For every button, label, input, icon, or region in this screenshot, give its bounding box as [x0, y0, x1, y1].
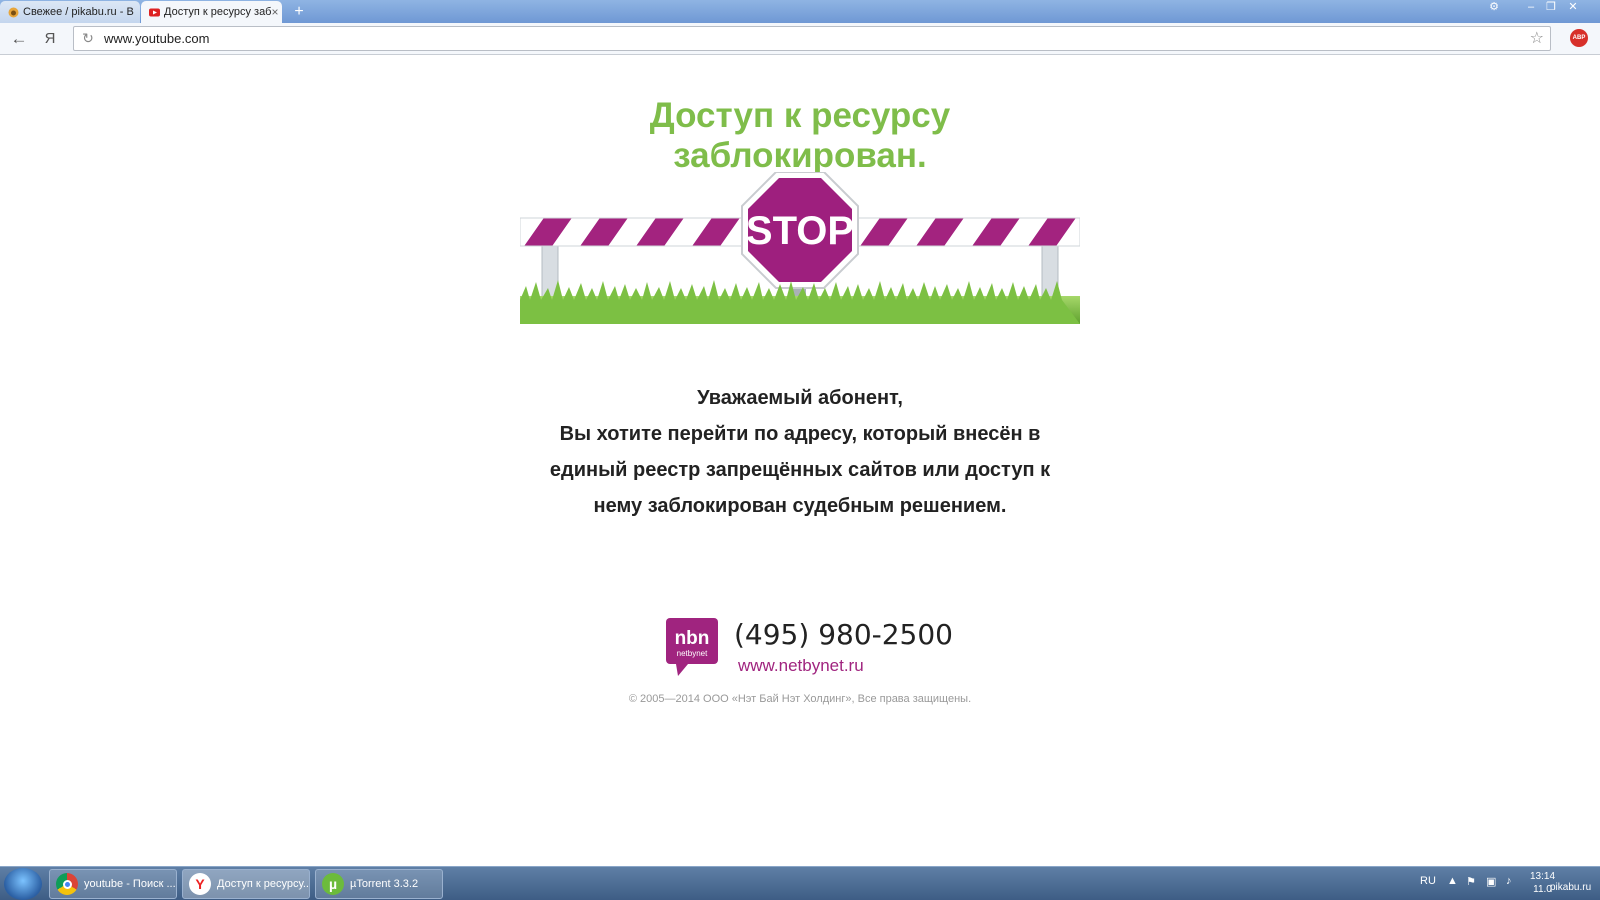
- chrome-icon: [56, 873, 78, 895]
- youtube-favicon-icon: [149, 8, 160, 16]
- provider-contact: nbn netbynet (495) 980-2500 www.netbynet…: [666, 618, 966, 688]
- pikabu-favicon-icon: [8, 7, 19, 17]
- language-indicator[interactable]: RU: [1420, 875, 1436, 887]
- netbynet-logo: nbn netbynet: [666, 618, 718, 676]
- taskbar-item-utorrent[interactable]: µ µTorrent 3.3.2: [315, 869, 443, 899]
- reload-icon[interactable]: ↻: [79, 29, 97, 47]
- tab-title: Доступ к ресурсу заб: [164, 6, 272, 18]
- browser-toolbar: ← Я ↻ www.youtube.com ☆ ABP: [0, 23, 1600, 55]
- page-title: Доступ к ресурсу заблокирован.: [649, 96, 951, 175]
- taskbar-item-label: Доступ к ресурсу...: [217, 878, 310, 890]
- stop-sign-text: STOP: [746, 209, 854, 253]
- volume-icon[interactable]: ♪: [1506, 875, 1512, 887]
- message-line: единый реестр запрещённых сайтов или дос…: [549, 459, 1051, 481]
- address-url[interactable]: www.youtube.com: [104, 31, 210, 46]
- address-bar[interactable]: ↻ www.youtube.com ☆: [73, 26, 1551, 51]
- minimize-icon[interactable]: –: [1520, 0, 1542, 16]
- yandex-icon: Y: [189, 873, 211, 895]
- yandex-button[interactable]: Я: [38, 27, 62, 51]
- copyright-text: © 2005—2014 ООО «Нэт Бай Нэт Холдинг», В…: [628, 693, 972, 705]
- close-window-icon[interactable]: ✕: [1562, 0, 1584, 16]
- taskbar-item-chrome[interactable]: youtube - Поиск ...: [49, 869, 177, 899]
- tab-close-icon[interactable]: ×: [271, 5, 278, 19]
- provider-website-link[interactable]: www.netbynet.ru: [738, 656, 864, 676]
- support-phone: (495) 980-2500: [734, 618, 953, 651]
- start-button[interactable]: [4, 868, 42, 900]
- tab-pikabu[interactable]: Свежее / pikabu.ru - В: [0, 1, 140, 23]
- utorrent-icon: µ: [322, 873, 344, 895]
- show-hidden-icons-icon[interactable]: ▲: [1447, 875, 1458, 887]
- stop-barrier-illustration: STOP: [520, 172, 1080, 324]
- screen: Свежее / pikabu.ru - В Доступ к ресурсу …: [0, 0, 1600, 900]
- restore-icon[interactable]: ❐: [1540, 0, 1562, 16]
- browser-tabstrip: Свежее / pikabu.ru - В Доступ к ресурсу …: [0, 0, 1600, 23]
- watermark: pikabu.ru: [1550, 882, 1592, 893]
- tab-blocked[interactable]: Доступ к ресурсу заб ×: [141, 1, 282, 23]
- back-arrow-icon[interactable]: ←: [7, 27, 31, 51]
- bookmark-star-icon[interactable]: ☆: [1530, 28, 1544, 48]
- settings-icon[interactable]: ⚙: [1483, 0, 1505, 16]
- flag-icon[interactable]: ⚑: [1466, 875, 1476, 888]
- windows-taskbar: youtube - Поиск ... Y Доступ к ресурсу..…: [0, 866, 1600, 900]
- adblock-plus-icon[interactable]: ABP: [1570, 29, 1588, 47]
- blocked-page: Доступ к ресурсу заблокирован. STOP Уваж…: [0, 56, 1600, 866]
- taskbar-item-label: youtube - Поиск ...: [84, 878, 176, 890]
- tab-title: Свежее / pikabu.ru - В: [23, 6, 134, 18]
- message-line: Уважаемый абонент,: [697, 387, 903, 409]
- message-line: Вы хотите перейти по адресу, который вне…: [559, 423, 1041, 445]
- network-icon[interactable]: ▣: [1486, 875, 1496, 888]
- svg-text:nbn: nbn: [675, 628, 710, 649]
- taskbar-item-label: µTorrent 3.3.2: [350, 878, 419, 890]
- message-line: нему заблокирован судебным решением.: [593, 495, 1007, 517]
- svg-text:netbynet: netbynet: [677, 649, 708, 658]
- new-tab-button[interactable]: +: [289, 2, 309, 22]
- taskbar-item-yandex[interactable]: Y Доступ к ресурсу...: [182, 869, 310, 899]
- block-message: Уважаемый абонент, Вы хотите перейти по …: [450, 380, 1150, 524]
